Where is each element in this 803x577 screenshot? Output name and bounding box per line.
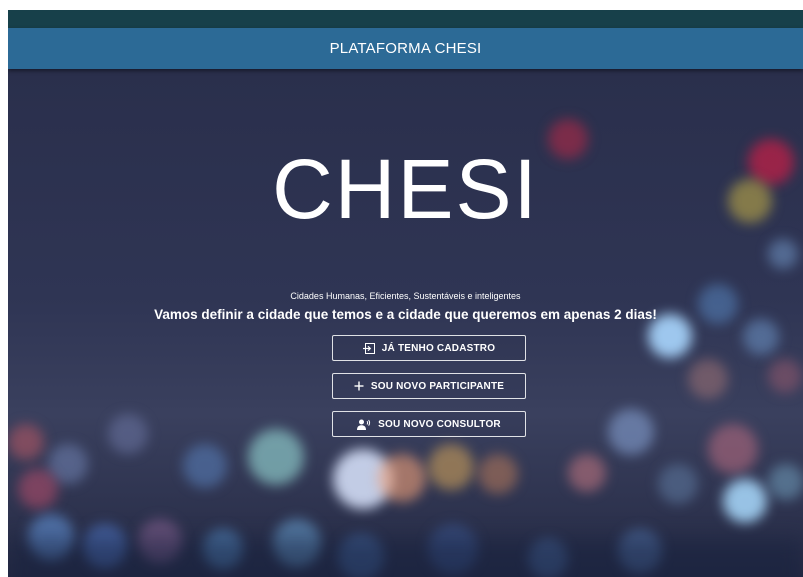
new-participant-button-label: SOU NOVO PARTICIPANTE [370,380,505,392]
top-strip [8,10,803,28]
login-button[interactable]: JÁ TENHO CADASTRO [332,335,526,361]
person-voice-icon [357,419,371,430]
new-consultant-button-label: SOU NOVO CONSULTOR [378,418,501,430]
hero-tagline: Vamos definir a cidade que temos e a cid… [154,307,657,322]
login-button-label: JÁ TENHO CADASTRO [381,342,496,354]
login-icon [362,342,375,354]
new-participant-button[interactable]: SOU NOVO PARTICIPANTE [332,373,526,399]
plus-icon [354,381,364,391]
page-frame: PLATAFORMA CHESI CHESI Cidades Humanas, … [8,10,803,577]
hero-section: CHESI Cidades Humanas, Eficientes, Suste… [8,69,803,577]
hero-subtitle: Cidades Humanas, Eficientes, Sustentávei… [290,291,521,301]
header-title: PLATAFORMA CHESI [329,40,482,57]
app-header: PLATAFORMA CHESI [8,28,803,69]
hero-title: CHESI [272,142,539,236]
new-consultant-button[interactable]: SOU NOVO CONSULTOR [332,411,526,437]
